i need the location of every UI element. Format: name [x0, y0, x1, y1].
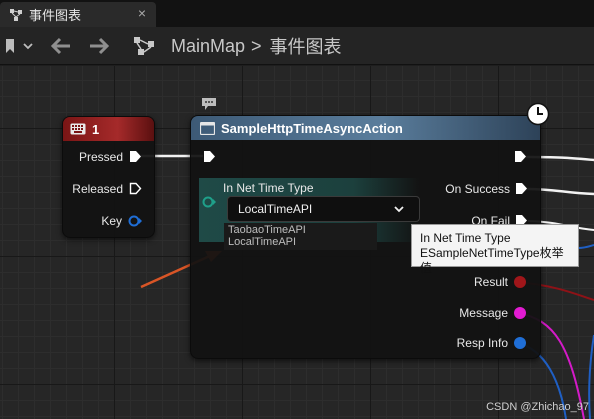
released-pin-row[interactable]: Released [62, 181, 142, 196]
enum-input-pin[interactable] [202, 196, 216, 208]
forward-arrow-icon [90, 37, 110, 55]
breadcrumb: MainMap > 事件图表 [171, 27, 342, 65]
tab-strip: 事件图表 × [0, 0, 594, 27]
resp-info-pin[interactable] [514, 336, 526, 349]
param-label: In Net Time Type [223, 180, 314, 195]
result-label: Result [473, 274, 508, 289]
bookmark-button[interactable] [4, 27, 38, 65]
close-icon[interactable]: × [138, 5, 146, 21]
async-action-title: SampleHttpTimeAsyncAction [221, 120, 403, 136]
param-tooltip: In Net Time Type ESampleNetTimeType枚举值 [411, 224, 579, 275]
breadcrumb-root[interactable]: MainMap [171, 36, 245, 57]
exec-pin-pressed[interactable] [129, 150, 142, 163]
released-label: Released [72, 181, 123, 196]
key-label: Key [101, 213, 122, 228]
enum-options-list: TaobaoTimeAPI LocalTimeAPI [224, 223, 377, 250]
exec-pin-out[interactable] [514, 150, 527, 163]
message-pin[interactable] [514, 306, 526, 319]
graph-toolbar: MainMap > 事件图表 [0, 27, 594, 65]
on-success-label: On Success [445, 181, 510, 196]
exec-pin-in[interactable] [203, 150, 216, 163]
enum-selected-value: LocalTimeAPI [238, 202, 313, 216]
tooltip-type: ESampleNetTimeType枚举值 [420, 246, 564, 275]
enum-option[interactable]: LocalTimeAPI [228, 236, 373, 248]
breadcrumb-separator: > [251, 35, 262, 56]
pressed-pin-row[interactable]: Pressed [62, 149, 142, 164]
param-label-row: In Net Time Type [223, 180, 314, 195]
back-arrow-icon [50, 37, 70, 55]
enum-select[interactable]: LocalTimeAPI [227, 196, 420, 222]
async-action-header: SampleHttpTimeAsyncAction [191, 116, 540, 140]
message-label: Message [459, 305, 508, 320]
result-pin-row[interactable]: Result [400, 274, 526, 289]
on-success-pin-row[interactable]: On Success [400, 181, 528, 196]
graph-breadcrumb-icon [132, 27, 160, 65]
struct-pin-key[interactable] [128, 215, 142, 227]
bookmark-icon [6, 39, 14, 53]
key-event-header: 1 [63, 117, 154, 141]
resp-info-label: Resp Info [456, 335, 508, 350]
forward-button[interactable] [88, 27, 112, 65]
latent-clock-icon [526, 102, 550, 126]
exec-pin-released[interactable] [129, 182, 142, 195]
exec-pin-on-success[interactable] [515, 182, 528, 195]
key-event-title: 1 [92, 121, 100, 137]
breadcrumb-current[interactable]: 事件图表 [270, 33, 342, 59]
keyboard-icon [70, 123, 86, 135]
tab-event-graph[interactable]: 事件图表 × [0, 2, 156, 27]
key-pin-row[interactable]: Key [62, 213, 142, 228]
watermark: CSDN @Zhichao_97 [486, 401, 589, 413]
enum-option[interactable]: TaobaoTimeAPI [228, 224, 373, 236]
result-pin[interactable] [514, 275, 526, 288]
event-graph-icon [10, 8, 22, 21]
chevron-down-icon [23, 43, 33, 50]
tooltip-title: In Net Time Type [420, 231, 511, 245]
tab-title: 事件图表 [29, 8, 82, 23]
back-button[interactable] [50, 27, 74, 65]
resp-info-pin-row[interactable]: Resp Info [400, 335, 526, 350]
pressed-label: Pressed [78, 149, 123, 164]
function-icon [200, 121, 215, 135]
comment-bubble-icon[interactable] [201, 97, 217, 111]
message-pin-row[interactable]: Message [400, 305, 526, 320]
